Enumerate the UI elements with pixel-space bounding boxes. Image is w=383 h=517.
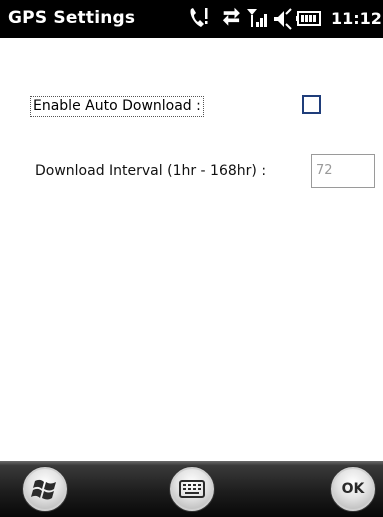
battery-icon[interactable]: [296, 9, 322, 27]
windows-start-icon: [31, 479, 56, 500]
status-icons: [188, 6, 323, 32]
title-bar: GPS Settings 11:12: [0, 0, 383, 38]
phone-alert-icon[interactable]: [188, 6, 210, 30]
softkey-bar: OK: [0, 461, 383, 517]
data-sync-icon[interactable]: [221, 7, 243, 29]
volume-icon[interactable]: [272, 8, 292, 30]
start-button[interactable]: [23, 467, 67, 511]
download-interval-label: Download Interval (1hr - 168hr) :: [35, 163, 267, 179]
app-title: GPS Settings: [8, 8, 136, 28]
settings-panel: Enable Auto Download : Download Interval…: [0, 38, 383, 461]
keyboard-button[interactable]: [170, 467, 214, 511]
ok-label: OK: [341, 481, 365, 497]
clock-time[interactable]: 11:12: [331, 9, 382, 28]
download-interval-input[interactable]: 72: [311, 154, 375, 188]
ok-button[interactable]: OK: [331, 467, 375, 511]
signal-strength-icon[interactable]: [246, 7, 270, 29]
auto-download-checkbox[interactable]: [302, 95, 321, 114]
keyboard-icon: [179, 480, 205, 498]
auto-download-label[interactable]: Enable Auto Download :: [30, 96, 204, 117]
